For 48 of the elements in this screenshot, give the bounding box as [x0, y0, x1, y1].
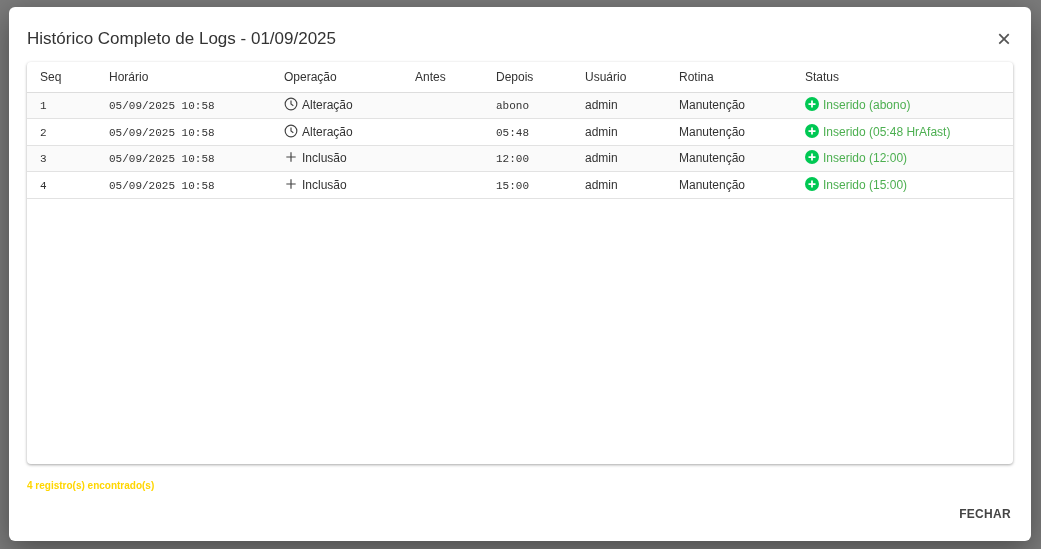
table-cell: Alteração	[302, 98, 353, 113]
plus-circle-icon	[805, 97, 819, 112]
table-cell: 12:00	[496, 153, 529, 165]
close-button[interactable]: FECHAR	[951, 501, 1019, 527]
table-cell: Manutenção	[679, 124, 746, 139]
record-count: 4 registro(s) encontrado(s)	[27, 480, 155, 491]
table-cell: abono	[496, 100, 529, 112]
dialog-title: Histórico Completo de Logs - 01/09/2025	[27, 28, 336, 50]
plus-icon	[284, 176, 298, 191]
table-cell: Inclusão	[302, 151, 347, 166]
table-cell: 05/09/2025 10:58	[109, 153, 215, 165]
table-cell: Alteração	[302, 124, 353, 139]
column-header: Operação	[284, 69, 337, 84]
table-cell: 05:48	[496, 126, 529, 139]
table-cell: 3	[40, 153, 47, 165]
table-cell: 05/09/2025 10:58	[109, 126, 215, 139]
table-cell: admin	[585, 151, 618, 166]
column-header: Horário	[109, 69, 149, 84]
column-header: Depois	[496, 69, 534, 84]
column-header: Seq	[40, 69, 62, 84]
plus-circle-icon	[805, 176, 819, 191]
table-cell: admin	[585, 177, 618, 192]
clock-icon	[284, 97, 298, 112]
column-header: Rotina	[679, 69, 714, 84]
column-header: Antes	[415, 69, 446, 84]
table-cell: 05/09/2025 10:58	[109, 100, 215, 112]
table-cell: Manutenção	[679, 151, 746, 166]
clock-icon	[284, 123, 298, 138]
close-button[interactable]: ×	[995, 27, 1013, 51]
column-header: Usuário	[585, 69, 627, 84]
column-header: Status	[805, 69, 840, 84]
table-cell: Manutenção	[679, 98, 746, 113]
table-cell: 05/09/2025 10:58	[109, 179, 215, 192]
status-text: Inserido (12:00)	[823, 151, 908, 166]
plus-circle-icon	[805, 123, 819, 138]
table-cell: Inclusão	[302, 177, 347, 192]
plus-circle-icon	[805, 150, 819, 165]
status-text: Inserido (15:00)	[823, 177, 908, 192]
plus-icon	[284, 150, 298, 165]
table-cell: admin	[585, 98, 618, 113]
table-cell: 4	[40, 179, 47, 192]
table-cell: 2	[40, 126, 47, 139]
table-cell: 1	[40, 100, 47, 112]
status-text: Inserido (05:48 HrAfast)	[823, 124, 951, 139]
table-cell: 15:00	[496, 179, 529, 192]
table-cell: admin	[585, 124, 618, 139]
status-text: Inserido (abono)	[823, 98, 911, 113]
table-cell: Manutenção	[679, 177, 746, 192]
